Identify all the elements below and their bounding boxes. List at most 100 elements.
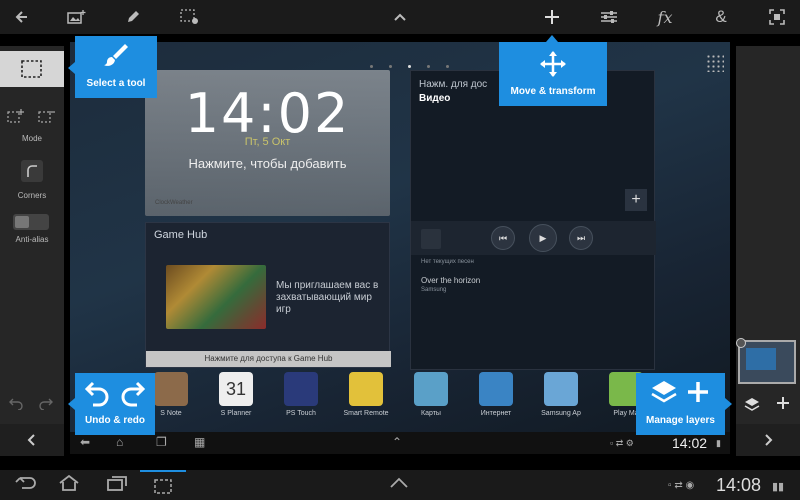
image-canvas[interactable]: 14:02 Пт, 5 Окт Нажмите, чтобы добавить … <box>70 42 730 454</box>
expand-right-panel-button[interactable] <box>736 424 800 456</box>
chevron-left-icon <box>27 434 35 446</box>
undo-small-icon[interactable] <box>8 396 24 415</box>
undo-redo-label: Undo & redo <box>85 415 145 426</box>
clock-widget-content: 14:02 Пт, 5 Окт Нажмите, чтобы добавить … <box>145 70 390 216</box>
brush-icon <box>104 44 128 66</box>
select-tool-tooltip: Select a tool <box>75 36 157 98</box>
gamehub-thumbnail <box>166 265 266 329</box>
undo-tip-arrow <box>68 398 75 410</box>
back-arrow-icon[interactable] <box>2 0 42 34</box>
ampersand-label: & <box>715 7 727 26</box>
inner-navigation-bar: ⬅ ⌂ ❐ ▦ ⌃ ▫ ⇄ ⚙ 14:02 ▮ <box>70 432 730 454</box>
rect-select-button[interactable] <box>0 51 64 87</box>
music-track: Over the horizon <box>421 276 481 285</box>
fx-icon[interactable]: fx <box>645 0 685 34</box>
apps-grid-icon <box>706 54 724 72</box>
system-screenshot-button[interactable] <box>140 470 186 500</box>
dock-app: Интернет <box>463 372 529 417</box>
add-layer-icon[interactable] <box>776 396 790 415</box>
move-transform-label: Move & transform <box>510 86 596 97</box>
top-toolbar: fx & <box>0 0 800 34</box>
system-clock: 14:08 <box>716 475 762 495</box>
video-hint: Нажм. для дос <box>419 79 488 90</box>
dock-app: Samsung Ap <box>528 372 594 417</box>
app-icon <box>544 372 578 406</box>
music-album-icon <box>421 229 441 249</box>
antialias-toggle[interactable] <box>13 214 49 230</box>
system-chevron-up-icon[interactable] <box>388 475 410 496</box>
app-icon <box>284 372 318 406</box>
selection-add-icon[interactable] <box>7 108 25 129</box>
ampersand-icon[interactable]: & <box>701 0 741 34</box>
app-icon <box>349 372 383 406</box>
left-tool-panel: Mode Corners Anti-alias <box>0 46 64 456</box>
system-back-icon[interactable] <box>14 475 36 496</box>
move-icon[interactable] <box>532 0 572 34</box>
app-label: Интернет <box>480 410 512 417</box>
layer-thumbnail[interactable] <box>736 338 796 384</box>
selection-subtract-icon[interactable] <box>38 108 56 129</box>
sliders-icon[interactable] <box>589 0 629 34</box>
gamehub-text: Мы приглашаем вас в захватывающий мир иг… <box>276 280 379 315</box>
right-layers-panel <box>736 46 800 456</box>
inner-back-icon: ⬅ <box>80 435 91 449</box>
move-transform-tooltip: Move & transform <box>499 42 607 106</box>
dock-app: 31 S Planner <box>203 372 269 417</box>
move-transform-icon <box>540 51 566 77</box>
app-label: PS Touch <box>286 410 316 417</box>
manage-layers-tooltip: Manage layers <box>636 373 725 435</box>
mode-label: Mode <box>21 134 42 143</box>
inner-recent-icon: ❐ <box>156 435 167 449</box>
app-dock: S Note 31 S Planner PS Touch Smart Remote Кар… <box>70 372 730 424</box>
selection-settings-icon[interactable] <box>170 0 210 34</box>
undo-redo-icon <box>85 381 145 407</box>
inner-status-icons: ▫ ⇄ ⚙ <box>610 438 634 448</box>
inner-home-icon: ⌂ <box>116 435 124 449</box>
signal-battery-icon: ▮▮ <box>772 481 785 493</box>
app-label: Samsung Ap <box>541 410 581 417</box>
app-label: Smart Remote <box>343 410 389 417</box>
manage-layers-label: Manage layers <box>646 415 715 426</box>
inner-clock: 14:02 <box>672 435 708 451</box>
system-recent-apps-icon[interactable] <box>106 475 128 496</box>
fx-label: fx <box>657 7 673 27</box>
fit-screen-icon[interactable] <box>757 0 797 34</box>
corners-button[interactable] <box>21 160 43 182</box>
system-home-icon[interactable] <box>58 474 80 496</box>
redo-small-icon[interactable] <box>38 396 54 415</box>
antialias-label: Anti-alias <box>15 235 49 244</box>
clock-hint: Нажмите, чтобы добавить <box>188 156 347 171</box>
gamehub-widget: Game Hub Мы приглашаем вас в захватывающ… <box>145 222 391 368</box>
add-image-icon[interactable] <box>57 0 97 34</box>
layers-tip-arrow <box>725 398 732 410</box>
corners-label: Corners <box>17 191 47 200</box>
clock-date: Пт, 5 Окт <box>244 136 291 148</box>
gamehub-bar: Нажмите для доступа к Game Hub <box>146 351 391 367</box>
inner-battery-icon: ▮ <box>716 438 721 448</box>
system-status-icons: ▫ ⇄ ◉ <box>668 480 695 491</box>
layers-icon[interactable] <box>744 396 760 417</box>
inner-chevron-up-icon: ⌃ <box>392 435 403 449</box>
play-icon: ▶ <box>529 224 557 252</box>
app-icon <box>154 372 188 406</box>
app-icon: 31 <box>219 372 253 406</box>
music-status: Нет текущих песен <box>421 259 474 265</box>
collapse-left-panel-button[interactable] <box>0 424 64 456</box>
next-track-icon: ⏭ <box>569 226 593 250</box>
select-tool-tip-arrow <box>68 62 75 74</box>
select-tool-label: Select a tool <box>86 78 146 89</box>
pencil-icon[interactable] <box>113 0 153 34</box>
screenshot-icon <box>154 479 172 494</box>
dock-app: PS Touch <box>268 372 334 417</box>
dock-app: Smart Remote <box>333 372 399 417</box>
app-icon <box>479 372 513 406</box>
chevron-up-icon[interactable] <box>380 0 420 34</box>
clock-brand: ClockWeather <box>155 200 193 206</box>
video-add-icon: + <box>625 189 647 211</box>
music-artist: Samsung <box>421 287 447 293</box>
app-icon <box>414 372 448 406</box>
prev-track-icon: ⏮ <box>491 226 515 250</box>
layers-add-icon <box>651 381 708 403</box>
gamehub-title: Game Hub <box>154 229 208 241</box>
dock-app: Карты <box>398 372 464 417</box>
